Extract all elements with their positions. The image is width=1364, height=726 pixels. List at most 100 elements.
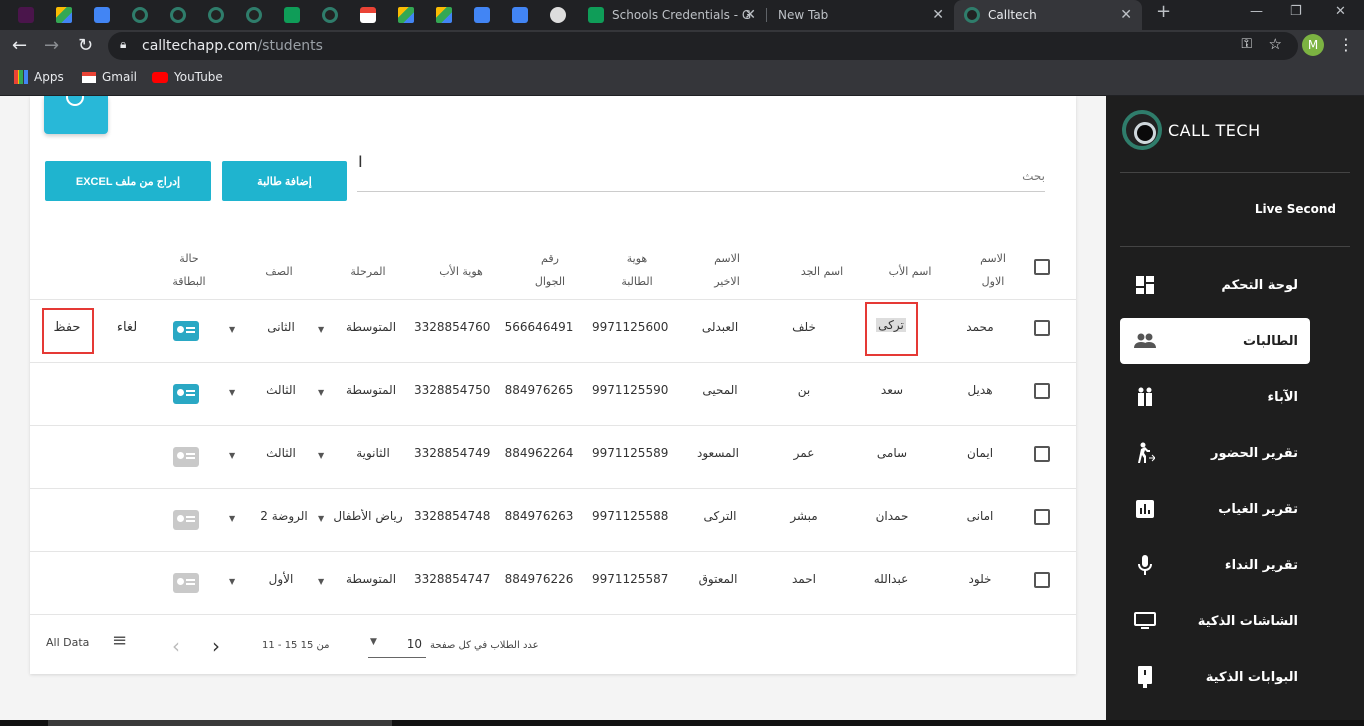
cell-grade-select[interactable]: الأول — [258, 572, 304, 586]
close-tab-icon[interactable]: ✕ — [1120, 7, 1132, 23]
prev-page-icon[interactable]: ‹ — [172, 634, 180, 658]
cell-stage-select[interactable]: رياض الأطفال — [326, 509, 410, 523]
slack-tab-icon[interactable] — [8, 2, 44, 28]
address-bar[interactable]: 🔒︎ calltechapp.com/students ⚿ ☆ — [108, 32, 1298, 60]
chevron-down-icon[interactable]: ▼ — [318, 388, 324, 397]
id-card-icon[interactable] — [173, 447, 199, 467]
cell-grade-select[interactable]: الثالث — [258, 383, 304, 397]
sheets-tab-icon[interactable] — [274, 2, 310, 28]
table-row[interactable]: خلود عبدالله احمد المعتوق 9971125587 884… — [30, 551, 1076, 614]
calltech-tab-icon[interactable] — [160, 2, 196, 28]
bookmark-apps[interactable]: Apps — [14, 70, 64, 84]
header-stage[interactable]: المرحلة — [338, 260, 398, 283]
forward-icon[interactable]: → — [44, 34, 59, 58]
row-checkbox[interactable] — [1034, 383, 1050, 399]
profile-avatar[interactable]: M — [1302, 34, 1324, 56]
per-page-select[interactable]: ▼ 10 — [368, 634, 426, 658]
minimize-icon[interactable]: — — [1250, 4, 1263, 19]
cell-stage-select[interactable]: المتوسطة — [336, 383, 406, 397]
tab-new-tab[interactable]: New Tab ✕ — [768, 0, 954, 30]
header-first-name[interactable]: الاسم الاول — [970, 247, 1016, 293]
select-all-checkbox[interactable] — [1034, 259, 1050, 275]
docs-tab-icon[interactable] — [502, 2, 538, 28]
header-student-id[interactable]: هوية الطالبة — [617, 247, 657, 293]
sidebar-item-smart-gates[interactable]: البوابات الذكية — [1120, 654, 1310, 700]
chevron-down-icon[interactable]: ▼ — [229, 577, 235, 586]
restore-icon[interactable]: ❐ — [1290, 4, 1302, 19]
header-father-name[interactable]: اسم الأب — [880, 260, 940, 283]
calltech-tab-icon[interactable] — [198, 2, 234, 28]
search-input[interactable] — [357, 160, 1045, 191]
bookmark-gmail[interactable]: Gmail — [82, 70, 137, 84]
horizontal-scrollbar[interactable] — [0, 720, 1364, 726]
chevron-down-icon[interactable]: ▼ — [229, 325, 235, 334]
tab-calltech[interactable]: Calltech ✕ — [954, 0, 1142, 30]
drive-tab-icon[interactable] — [46, 2, 82, 28]
close-window-icon[interactable]: ✕ — [1335, 4, 1346, 19]
reload-icon[interactable]: ↻ — [78, 34, 93, 58]
next-page-icon[interactable]: › — [212, 634, 220, 658]
row-checkbox[interactable] — [1034, 509, 1050, 525]
table-row[interactable]: هديل سعد بن المحيى 9971125590 884976265 … — [30, 362, 1076, 425]
row-checkbox[interactable] — [1034, 320, 1050, 336]
import-excel-button[interactable]: EXCEL إدراج من ملف — [45, 161, 211, 201]
key-icon[interactable]: ⚿ — [1241, 36, 1252, 52]
chevron-down-icon[interactable]: ▼ — [318, 325, 324, 334]
new-tab-icon[interactable]: + — [1156, 1, 1171, 22]
header-grandfather-name[interactable]: اسم الجد — [792, 260, 852, 283]
drive-tab-icon[interactable] — [426, 2, 462, 28]
close-tab-icon[interactable]: ✕ — [932, 7, 944, 23]
gmail-tab-icon[interactable] — [350, 2, 386, 28]
chevron-down-icon[interactable]: ▼ — [318, 451, 324, 460]
docs-tab-icon[interactable] — [84, 2, 120, 28]
row-checkbox[interactable] — [1034, 572, 1050, 588]
cancel-edit-button[interactable]: لغاء — [112, 320, 142, 335]
chevron-down-icon[interactable]: ▼ — [318, 514, 324, 523]
cell-grade-select[interactable]: الثانى — [258, 320, 304, 334]
drive-tab-icon[interactable] — [388, 2, 424, 28]
github-tab-icon[interactable] — [540, 2, 576, 28]
calltech-tab-icon[interactable] — [236, 2, 272, 28]
cell-grade-select[interactable]: الروضة 2 — [256, 509, 312, 523]
filter-icon[interactable]: ≡ — [112, 630, 127, 651]
sidebar-item-absence-report[interactable]: تقرير الغياب — [1120, 486, 1310, 532]
cell-stage-select[interactable]: المتوسطة — [336, 320, 406, 334]
cell-stage-select[interactable]: المتوسطة — [336, 572, 406, 586]
bookmark-youtube[interactable]: YouTube — [152, 70, 223, 84]
calltech-tab-icon[interactable] — [312, 2, 348, 28]
table-row[interactable]: ايمان سامى عمر المسعود 9971125589 884962… — [30, 425, 1076, 488]
chevron-down-icon[interactable]: ▼ — [229, 451, 235, 460]
chevron-down-icon[interactable]: ▼ — [229, 388, 235, 397]
cell-grade-select[interactable]: الثالث — [258, 446, 304, 460]
header-mobile[interactable]: رقم الجوال — [530, 247, 570, 293]
id-card-icon[interactable] — [173, 384, 199, 404]
id-card-icon[interactable] — [173, 573, 199, 593]
tab-schools-credentials[interactable]: Schools Credentials - Go ✕ — [578, 0, 766, 30]
close-tab-icon[interactable]: ✕ — [744, 7, 756, 23]
table-row[interactable]: امانى حمدان مبشر التركى 9971125588 88497… — [30, 488, 1076, 551]
header-father-id[interactable]: هوية الأب — [426, 260, 496, 283]
id-card-icon[interactable] — [173, 510, 199, 530]
star-icon[interactable]: ☆ — [1269, 35, 1282, 53]
header-card-status[interactable]: حالة البطاقة — [166, 247, 212, 293]
add-student-button[interactable]: إضافة طالبة — [222, 161, 347, 201]
all-data-label[interactable]: All Data — [46, 636, 89, 649]
sidebar-item-students[interactable]: الطالبات — [1120, 318, 1310, 364]
more-menu-icon[interactable]: ⋮ — [1338, 35, 1354, 54]
sidebar-item-smart-screens[interactable]: الشاشات الذكية — [1120, 598, 1310, 644]
table-row[interactable]: محمد تركى خلف العبدلى 9971125600 5666464… — [30, 299, 1076, 362]
sidebar-item-parents[interactable]: الآباء — [1120, 374, 1310, 420]
chevron-down-icon[interactable]: ▼ — [318, 577, 324, 586]
calltech-tab-icon[interactable] — [122, 2, 158, 28]
back-icon[interactable]: ← — [12, 34, 27, 58]
id-card-icon[interactable] — [173, 321, 199, 341]
sidebar-item-attendance-report[interactable]: تقرير الحضور — [1120, 430, 1310, 476]
header-grade[interactable]: الصف — [256, 260, 302, 283]
row-checkbox[interactable] — [1034, 446, 1050, 462]
cell-stage-select[interactable]: الثانوية — [340, 446, 406, 460]
sidebar-item-call-report[interactable]: تقرير النداء — [1120, 542, 1310, 588]
docs-tab-icon[interactable] — [464, 2, 500, 28]
header-last-name[interactable]: الاسم الاخير — [702, 247, 752, 293]
sidebar-item-dashboard[interactable]: لوحة التحكم — [1120, 262, 1310, 308]
scrollbar-thumb[interactable] — [48, 720, 392, 726]
